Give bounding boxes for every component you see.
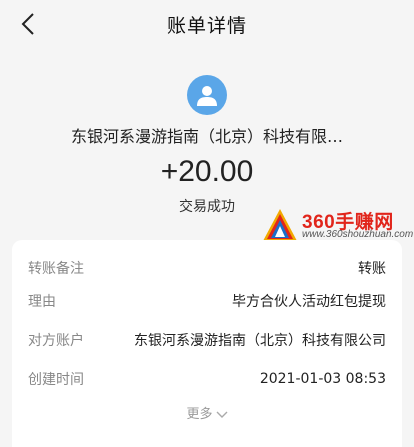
- detail-value: 东银河系漫游指南（北京）科技有限公司: [134, 333, 386, 349]
- detail-row-reason: 理由 毕方合伙人活动红包提现: [28, 289, 386, 313]
- detail-value: 毕方合伙人活动红包提现: [232, 294, 386, 310]
- watermark-url: www.360shouzhuan.com: [302, 229, 414, 240]
- page-title: 账单详情: [166, 14, 247, 37]
- nav-bar: 账单详情: [0, 0, 414, 48]
- detail-row-remark: 转账备注 转账: [28, 256, 386, 280]
- detail-value: 转账: [358, 261, 386, 277]
- more-button[interactable]: 更多: [12, 403, 402, 422]
- transaction-amount: +20.00: [160, 155, 254, 188]
- back-button[interactable]: [14, 10, 42, 38]
- payee-name: 东银河系漫游指南（北京）科技有限…: [70, 127, 343, 146]
- detail-label: 对方账户: [28, 333, 84, 349]
- detail-label: 创建时间: [28, 372, 84, 388]
- chevron-down-icon: [216, 411, 227, 418]
- chevron-left-icon: [21, 13, 34, 35]
- detail-label: 理由: [28, 294, 56, 310]
- more-label: 更多: [186, 407, 213, 422]
- user-avatar-icon: [187, 75, 227, 115]
- detail-row-created-time: 创建时间 2021-01-03 08:53: [28, 367, 386, 391]
- detail-value: 2021-01-03 08:53: [259, 371, 386, 387]
- detail-row-counterparty: 对方账户 东银河系漫游指南（北京）科技有限公司: [28, 328, 386, 352]
- details-card: 转账备注 转账 理由 毕方合伙人活动红包提现 对方账户 东银河系漫游指南（北京）…: [12, 240, 402, 447]
- watermark-logo-icon: [263, 209, 297, 241]
- watermark: 360手赚网 www.360shouzhuan.com: [262, 205, 414, 245]
- detail-label: 转账备注: [28, 261, 84, 277]
